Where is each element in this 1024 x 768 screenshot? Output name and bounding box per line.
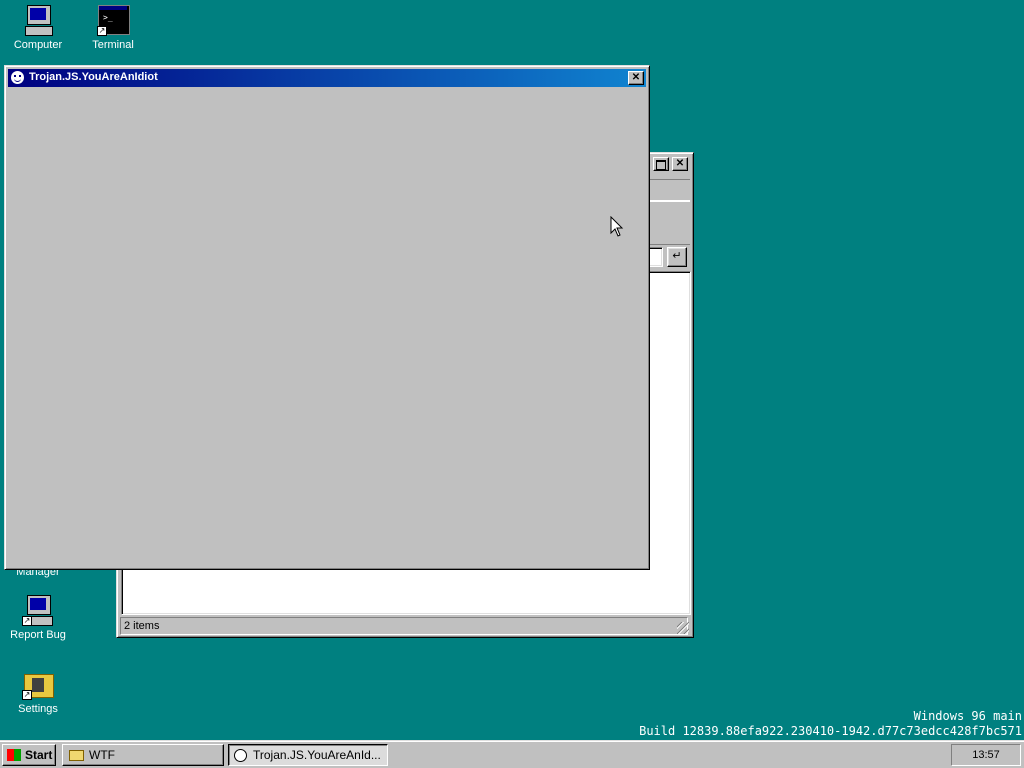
- build-watermark-line1: Windows 96 main: [913, 709, 1022, 723]
- close-button[interactable]: ✕: [672, 157, 688, 171]
- task-label: Trojan.JS.YouAreAnId...: [253, 748, 381, 762]
- desktop-icon-label: Settings: [18, 703, 58, 715]
- smiley-icon: [234, 749, 247, 762]
- report-bug-icon: ↗: [22, 594, 54, 626]
- close-icon: ✕: [631, 72, 641, 83]
- desktop-icon-report-bug[interactable]: ↗ Report Bug: [0, 594, 76, 642]
- close-icon: ✕: [675, 158, 685, 169]
- shortcut-arrow-icon: ↗: [97, 26, 107, 36]
- clock: 13:57: [972, 749, 1000, 761]
- desktop-icon-label: Report Bug: [10, 629, 66, 641]
- desktop-icon-label: Terminal: [92, 39, 134, 51]
- trojan-window-titlebar[interactable]: Trojan.JS.YouAreAnIdiot ✕: [8, 69, 646, 87]
- enter-arrow-icon: ↵: [672, 250, 682, 262]
- status-text: 2 items: [124, 620, 160, 632]
- mouse-cursor-icon: [610, 216, 624, 237]
- settings-icon: ↗: [22, 668, 54, 700]
- build-watermark-line2: Build 12839.88efa922.230410-1942.d77c73e…: [639, 724, 1022, 738]
- taskbar: Start WTF Trojan.JS.YouAreAnId... 13:57: [0, 740, 1024, 768]
- desktop-icon-label: Computer: [13, 39, 63, 51]
- close-button[interactable]: ✕: [628, 71, 644, 85]
- resize-grip-icon[interactable]: [677, 622, 689, 634]
- terminal-icon: >_ ↗: [97, 4, 130, 36]
- window-title: Trojan.JS.YouAreAnIdiot: [29, 71, 158, 83]
- maximize-icon: [656, 160, 666, 170]
- folder-icon: [69, 750, 84, 761]
- status-bar: 2 items: [120, 617, 690, 635]
- task-button-wtf[interactable]: WTF: [62, 744, 224, 766]
- shortcut-arrow-icon: ↗: [22, 690, 32, 700]
- windows-logo-icon: [7, 749, 21, 761]
- start-button[interactable]: Start: [2, 744, 56, 766]
- desktop-icon-computer[interactable]: Computer: [0, 4, 76, 52]
- computer-icon: [22, 4, 54, 36]
- system-tray-clock[interactable]: 13:57: [951, 744, 1021, 766]
- task-button-trojan[interactable]: Trojan.JS.YouAreAnId...: [228, 744, 388, 766]
- start-label: Start: [25, 748, 53, 762]
- desktop-icon-settings[interactable]: ↗ Settings: [0, 668, 76, 716]
- smiley-icon: [11, 71, 24, 84]
- shortcut-arrow-icon: ↗: [22, 616, 32, 626]
- status-field: 2 items: [120, 617, 688, 635]
- trojan-window[interactable]: Trojan.JS.YouAreAnIdiot ✕: [4, 65, 650, 570]
- desktop-icon-terminal[interactable]: >_ ↗ Terminal: [75, 4, 151, 52]
- maximize-button[interactable]: [653, 157, 669, 171]
- go-button[interactable]: ↵: [667, 247, 687, 267]
- task-label: WTF: [89, 748, 115, 762]
